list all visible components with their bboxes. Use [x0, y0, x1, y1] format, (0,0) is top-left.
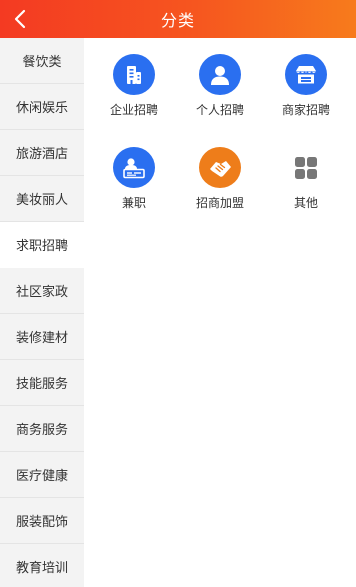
sidebar-item-label: 餐饮类: [22, 55, 62, 70]
subcategory-label: 商家招聘: [281, 103, 330, 117]
sidebar-item-beauty[interactable]: 美妆丽人: [0, 176, 84, 222]
subcategory-part-time[interactable]: 兼职: [89, 131, 179, 211]
sidebar-item-business-services[interactable]: 商务服务: [0, 406, 84, 452]
sidebar-item-housekeeping[interactable]: 社区家政: [0, 268, 84, 314]
sidebar-item-label: 医疗健康: [15, 469, 68, 484]
id-card-icon: [113, 147, 155, 188]
sidebar-item-medical[interactable]: 医疗健康: [0, 452, 84, 498]
subcategory-label: 其他: [293, 196, 318, 210]
header-bar: 分类: [0, 0, 356, 38]
subcategory-panel: 企业招聘 个人招聘 商家招聘 兼职 招商加盟 其他: [84, 38, 356, 233]
sidebar-item-travel-hotel[interactable]: 旅游酒店: [0, 130, 84, 176]
sidebar-item-label: 休闲娱乐: [15, 101, 68, 116]
sidebar-item-label: 美妆丽人: [15, 193, 68, 208]
sidebar-item-education[interactable]: 教育培训: [0, 544, 84, 587]
subcategory-personal-recruitment[interactable]: 个人招聘: [175, 38, 265, 118]
sidebar-item-decoration[interactable]: 装修建材: [0, 314, 84, 360]
grid-icon: [285, 147, 327, 188]
subcategory-enterprise-recruitment[interactable]: 企业招聘: [89, 38, 179, 118]
sidebar-item-label: 服装配饰: [15, 515, 68, 530]
sidebar-item-label: 装修建材: [15, 331, 68, 346]
sidebar-item-label: 商务服务: [15, 423, 68, 438]
sidebar-item-label: 旅游酒店: [15, 147, 68, 162]
sidebar-item-label: 社区家政: [15, 285, 68, 300]
building-icon: [113, 54, 155, 95]
handshake-icon: [199, 147, 241, 188]
sidebar-item-skill-services[interactable]: 技能服务: [0, 360, 84, 406]
sidebar-item-leisure[interactable]: 休闲娱乐: [0, 84, 84, 130]
subcategory-label: 个人招聘: [195, 103, 244, 117]
subcategory-label: 招商加盟: [195, 196, 244, 210]
back-button[interactable]: [8, 7, 32, 31]
sidebar-item-recruitment[interactable]: 求职招聘: [0, 222, 84, 268]
subcategory-merchant-recruitment[interactable]: 商家招聘: [261, 38, 351, 118]
person-icon: [199, 54, 241, 95]
sidebar-item-label: 教育培训: [15, 561, 68, 576]
sidebar-item-label: 技能服务: [15, 377, 68, 392]
storefront-icon: [285, 54, 327, 95]
category-sidebar: 餐饮类 休闲娱乐 旅游酒店 美妆丽人 求职招聘 社区家政 装修建材 技能服务 商…: [0, 38, 84, 587]
sidebar-item-dining[interactable]: 餐饮类: [0, 38, 84, 84]
sidebar-item-apparel[interactable]: 服装配饰: [0, 498, 84, 544]
chevron-left-icon: [14, 9, 26, 29]
category-screen: 分类 餐饮类 休闲娱乐 旅游酒店 美妆丽人 求职招聘 社区家政 装修建材 技能服…: [0, 0, 356, 587]
sidebar-item-label: 求职招聘: [15, 239, 68, 254]
subcategory-label: 兼职: [121, 196, 146, 210]
subcategory-franchise[interactable]: 招商加盟: [175, 131, 265, 211]
page-title: 分类: [160, 11, 195, 30]
subcategory-label: 企业招聘: [109, 103, 158, 117]
subcategory-other[interactable]: 其他: [261, 131, 351, 211]
